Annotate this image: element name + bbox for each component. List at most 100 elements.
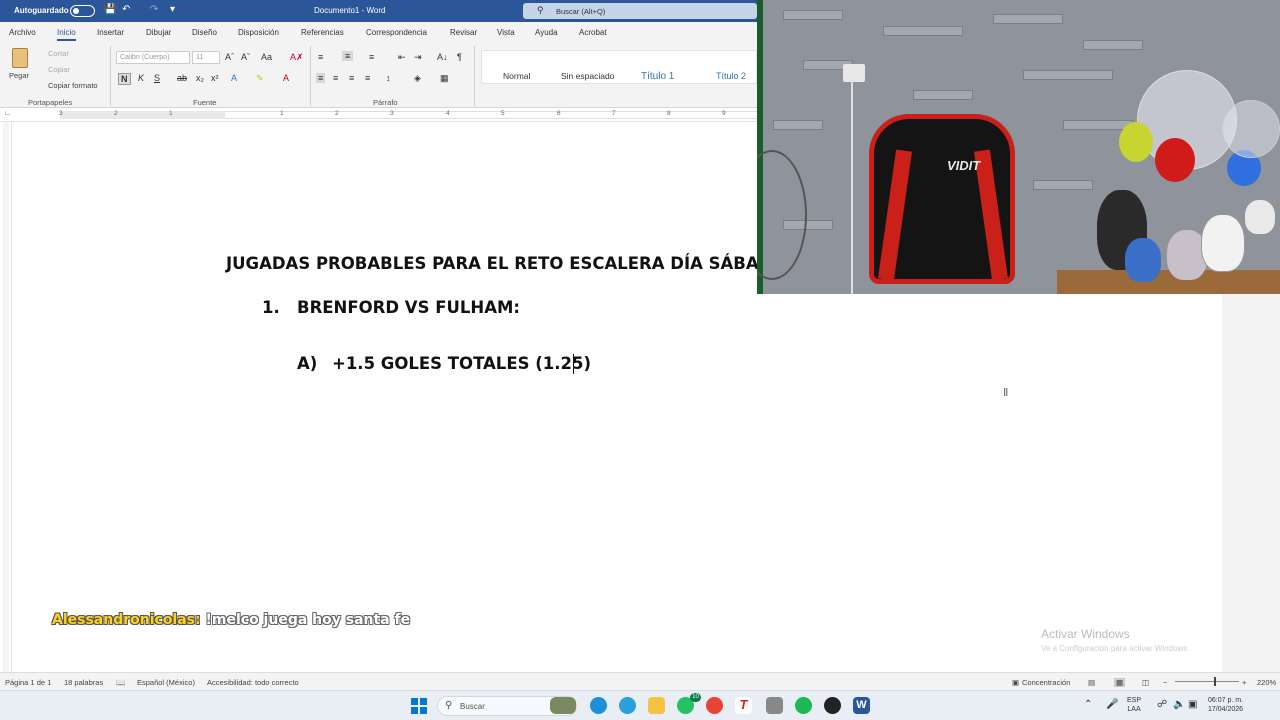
tab-correspondencia[interactable]: Correspondencia bbox=[366, 28, 427, 37]
print-layout-icon[interactable]: ▦ bbox=[1114, 678, 1126, 687]
search-box[interactable]: ⚲ Buscar (Alt+Q) bbox=[523, 3, 757, 19]
focus-mode-button[interactable]: Concentración bbox=[1022, 678, 1070, 687]
justify-icon[interactable]: ≡ bbox=[365, 73, 370, 83]
zoom-in-icon[interactable]: + bbox=[1242, 678, 1246, 687]
align-center-icon[interactable]: ≡ bbox=[333, 73, 338, 83]
tab-stop-icon[interactable]: ∟ bbox=[4, 110, 11, 117]
tab-referencias[interactable]: Referencias bbox=[301, 28, 344, 37]
italic-icon[interactable]: K bbox=[138, 73, 144, 83]
network-icon[interactable]: ☍ bbox=[1157, 699, 1167, 710]
paste-button[interactable]: Pegar bbox=[9, 71, 29, 80]
tab-archivo[interactable]: Archivo bbox=[9, 28, 36, 37]
document-heading[interactable]: JUGADAS PROBABLES PARA EL RETO ESCALERA … bbox=[226, 254, 786, 273]
zoom-level[interactable]: 220% bbox=[1257, 678, 1276, 687]
tab-diseno[interactable]: Diseño bbox=[192, 28, 217, 37]
tab-dibujar[interactable]: Dibujar bbox=[146, 28, 171, 37]
taskbar-search-label: Buscar bbox=[460, 702, 485, 711]
word-icon[interactable]: W bbox=[853, 697, 870, 714]
subscript-icon[interactable]: x₂ bbox=[196, 73, 204, 83]
small-plush bbox=[1245, 200, 1275, 234]
redo-icon[interactable]: ↷ bbox=[150, 4, 158, 15]
shrink-font-icon[interactable]: Aˇ bbox=[241, 52, 250, 62]
microphone-icon[interactable]: 🎤 bbox=[1106, 699, 1118, 710]
zoom-out-icon[interactable]: − bbox=[1163, 678, 1167, 687]
word-count[interactable]: 18 palabras bbox=[64, 678, 103, 687]
list-item-text[interactable]: BRENFORD VS FULHAM: bbox=[297, 298, 520, 317]
autosave-toggle[interactable] bbox=[70, 5, 95, 17]
font-size-select[interactable]: 11 bbox=[192, 51, 220, 64]
superscript-icon[interactable]: x² bbox=[211, 73, 219, 83]
clock[interactable]: 06:07 p. m. 17/04/2026 bbox=[1208, 696, 1243, 714]
underline-icon[interactable]: S bbox=[154, 73, 160, 83]
font-name-select[interactable]: Calibri (Cuerpo) bbox=[116, 51, 190, 64]
accessibility-status[interactable]: Accesibilidad: todo correcto bbox=[207, 678, 299, 687]
file-explorer-icon[interactable] bbox=[648, 697, 665, 714]
customize-toolbar-icon[interactable]: ▾ bbox=[170, 4, 175, 15]
font-color-icon[interactable]: A bbox=[283, 73, 289, 83]
clear-formatting-icon[interactable]: A✗ bbox=[290, 52, 304, 63]
screen: { "window": { "autosave_label": "Autogua… bbox=[0, 0, 1280, 720]
proofing-icon[interactable]: 📖 bbox=[116, 678, 125, 687]
style-no-spacing[interactable]: Sin espaciado bbox=[561, 71, 614, 81]
language-status[interactable]: Español (México) bbox=[137, 678, 195, 687]
format-painter-button[interactable]: Copiar formato bbox=[48, 81, 98, 90]
align-right-icon[interactable]: ≡ bbox=[349, 73, 354, 83]
highlight-icon[interactable]: ✎ bbox=[256, 73, 264, 84]
zoom-slider-thumb[interactable] bbox=[1214, 677, 1216, 686]
battery-icon[interactable]: ▣ bbox=[1188, 699, 1197, 710]
volume-icon[interactable]: 🔈 bbox=[1173, 699, 1185, 710]
tab-vista[interactable]: Vista bbox=[497, 28, 515, 37]
spotify-icon[interactable] bbox=[795, 697, 812, 714]
strikethrough-icon[interactable]: ab bbox=[177, 73, 187, 83]
tab-insertar[interactable]: Insertar bbox=[97, 28, 124, 37]
start-button[interactable] bbox=[411, 698, 427, 714]
multilevel-list-icon[interactable]: ≡ bbox=[369, 52, 374, 62]
obs-icon[interactable] bbox=[824, 697, 841, 714]
tab-inicio[interactable]: Inicio bbox=[57, 28, 76, 41]
tab-disposicion[interactable]: Disposición bbox=[238, 28, 279, 37]
vertical-ruler[interactable] bbox=[0, 122, 12, 672]
decrease-indent-icon[interactable]: ⇤ bbox=[398, 52, 406, 63]
focus-icon[interactable]: ▣ bbox=[1012, 678, 1019, 687]
shading-icon[interactable]: ◈ bbox=[414, 73, 421, 84]
telegram-icon[interactable] bbox=[619, 697, 636, 714]
sort-icon[interactable]: A↓ bbox=[437, 52, 448, 62]
text-effects-icon[interactable]: A bbox=[231, 73, 237, 83]
cut-button[interactable]: Cortar bbox=[48, 49, 69, 58]
align-left-icon[interactable]: ≡ bbox=[316, 73, 326, 83]
page-count[interactable]: Página 1 de 1 bbox=[5, 678, 51, 687]
change-case-icon[interactable]: Aa bbox=[261, 52, 272, 62]
tab-acrobat[interactable]: Acrobat bbox=[579, 28, 607, 37]
increase-indent-icon[interactable]: ⇥ bbox=[414, 52, 422, 63]
tab-revisar[interactable]: Revisar bbox=[450, 28, 477, 37]
calculator-icon[interactable] bbox=[766, 697, 783, 714]
line-spacing-icon[interactable]: ↕ bbox=[386, 73, 391, 83]
style-heading-2[interactable]: Título 2 bbox=[716, 71, 746, 81]
paste-icon[interactable] bbox=[12, 48, 28, 68]
chrome-icon[interactable] bbox=[706, 697, 723, 714]
font-name-value: Calibri (Cuerpo) bbox=[120, 54, 170, 61]
tab-ayuda[interactable]: Ayuda bbox=[535, 28, 558, 37]
grow-font-icon[interactable]: Aˆ bbox=[225, 52, 234, 62]
edge-icon[interactable] bbox=[590, 697, 607, 714]
style-normal[interactable]: Normal bbox=[503, 71, 530, 81]
numbering-icon[interactable]: ≡ bbox=[342, 51, 354, 61]
bold-icon[interactable]: N bbox=[118, 73, 131, 85]
read-mode-icon[interactable]: ▤ bbox=[1088, 678, 1095, 687]
web-layout-icon[interactable]: ◫ bbox=[1142, 678, 1149, 687]
language-indicator[interactable]: ESP LAA bbox=[1127, 696, 1141, 714]
bullets-icon[interactable]: ≡ bbox=[318, 52, 323, 62]
widgets-icon[interactable] bbox=[550, 697, 576, 714]
borders-icon[interactable]: ▦ bbox=[440, 73, 449, 84]
show-marks-icon[interactable]: ¶ bbox=[457, 52, 462, 62]
sublist-item-text[interactable]: +1.5 GOLES TOTALES (1.25) bbox=[332, 354, 591, 373]
style-heading-1[interactable]: Título 1 bbox=[641, 71, 674, 82]
undo-icon[interactable]: ↶ bbox=[122, 4, 130, 15]
whatsapp-badge: 10 bbox=[690, 693, 701, 702]
horizontal-ruler[interactable]: ∟ 3 2 1 1 2 3 4 5 6 7 8 9 bbox=[0, 108, 757, 122]
tray-overflow-icon[interactable]: ⌃ bbox=[1084, 699, 1092, 710]
text-app-icon[interactable]: T bbox=[735, 697, 752, 714]
zoom-slider[interactable] bbox=[1175, 681, 1239, 682]
save-icon[interactable]: 💾 bbox=[104, 4, 116, 15]
copy-button[interactable]: Copiar bbox=[48, 65, 70, 74]
